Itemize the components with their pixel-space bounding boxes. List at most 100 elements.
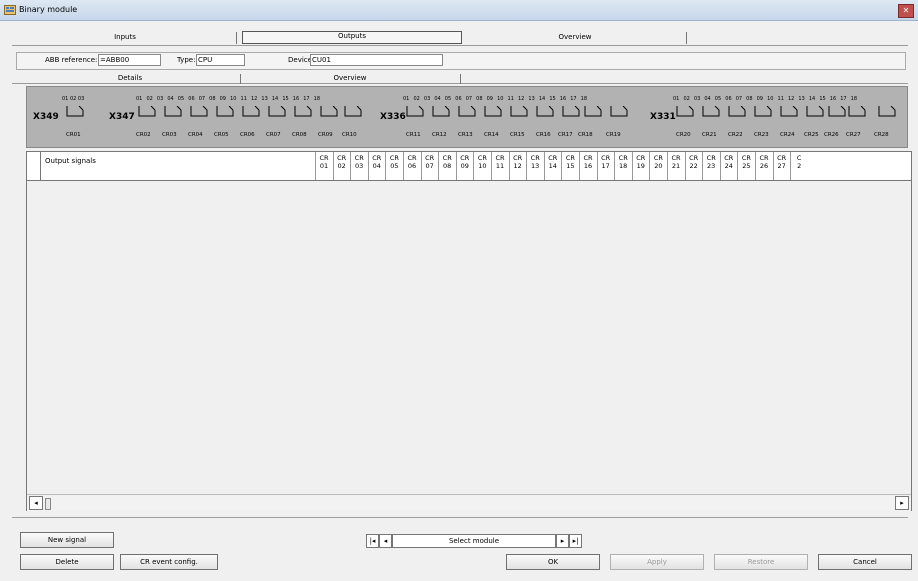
column-header-number: 01: [319, 162, 329, 170]
column-header[interactable]: CR 27: [772, 152, 790, 180]
column-header[interactable]: CR 12: [508, 152, 526, 180]
column-header[interactable]: CR 10: [473, 152, 490, 180]
grid-body[interactable]: [27, 181, 911, 494]
abb-reference-field[interactable]: =ABB00: [98, 54, 161, 66]
relay-contact-icon: [560, 105, 582, 118]
horizontal-scrollbar[interactable]: ◂ ▸: [27, 494, 911, 511]
restore-button[interactable]: Restore: [714, 554, 808, 570]
column-header-prefix: CR: [513, 154, 523, 162]
cr-event-config-button[interactable]: CR event config.: [120, 554, 218, 570]
relay-label: CR01: [66, 132, 81, 138]
tab-detail-overview[interactable]: Overview: [300, 74, 400, 82]
relay-label: CR16: [536, 132, 551, 138]
column-header[interactable]: CR 24: [719, 152, 737, 180]
column-header[interactable]: CR 15: [561, 152, 578, 180]
scroll-thumb[interactable]: [45, 498, 51, 510]
column-header-prefix: CR: [671, 154, 681, 162]
relay-label: CR18: [578, 132, 593, 138]
column-header[interactable]: CR 05: [385, 152, 402, 180]
tab-outputs[interactable]: Outputs: [242, 31, 462, 44]
column-header[interactable]: CR 09: [455, 152, 473, 180]
tab-separator: [686, 32, 687, 44]
relay-contact-icon: [240, 105, 262, 118]
column-header[interactable]: CR 21: [667, 152, 684, 180]
terminal-pins: 01 02 03: [62, 96, 85, 102]
column-header[interactable]: CR 04: [367, 152, 385, 180]
column-header[interactable]: CR 17: [596, 152, 614, 180]
column-header-number: 11: [495, 162, 505, 170]
column-header[interactable]: CR 20: [649, 152, 666, 180]
next-icon: ▸: [560, 537, 565, 545]
device-field[interactable]: CU01: [310, 54, 443, 66]
column-header-prefix: CR: [759, 154, 769, 162]
column-header-prefix: CR: [689, 154, 699, 162]
close-button[interactable]: ✕: [898, 4, 914, 18]
previous-module-button[interactable]: ◂: [379, 534, 392, 548]
relay-label: CR19: [606, 132, 621, 138]
relay-label: CR04: [188, 132, 203, 138]
relay-contact-icon: [430, 105, 452, 118]
cancel-button[interactable]: Cancel: [818, 554, 912, 570]
column-header[interactable]: CR 02: [332, 152, 350, 180]
relay-contact-icon: [876, 105, 898, 118]
column-header-number: 24: [724, 162, 733, 170]
column-header[interactable]: CR 14: [543, 152, 561, 180]
column-header-prefix: CR: [706, 154, 716, 162]
new-signal-button[interactable]: New signal: [20, 532, 114, 548]
abb-reference-label: ABB reference:: [45, 56, 98, 64]
delete-button[interactable]: Delete: [20, 554, 114, 570]
column-header-number: 18: [619, 162, 628, 170]
column-header-prefix: CR: [777, 154, 787, 162]
title-bar: Binary module ✕: [0, 0, 918, 21]
next-module-button[interactable]: ▸: [556, 534, 569, 548]
column-header[interactable]: CR 19: [631, 152, 649, 180]
column-header[interactable]: CR 13: [526, 152, 543, 180]
first-icon: |◂: [369, 537, 376, 545]
tab-details[interactable]: Details: [80, 74, 180, 82]
relay-contact-icon: [778, 105, 800, 118]
column-header[interactable]: CR 11: [491, 152, 508, 180]
column-header-prefix: CR: [477, 154, 487, 162]
apply-button[interactable]: Apply: [610, 554, 704, 570]
tab-inputs[interactable]: Inputs: [70, 33, 180, 41]
relay-contact-icon: [64, 105, 86, 118]
type-field[interactable]: CPU: [196, 54, 245, 66]
scroll-left-button[interactable]: ◂: [29, 496, 43, 510]
column-header[interactable]: CR 03: [350, 152, 367, 180]
column-header-number: 08: [443, 162, 452, 170]
relay-label: CR10: [342, 132, 357, 138]
column-header-prefix: CR: [407, 154, 417, 162]
column-header-number: 23: [707, 162, 716, 170]
relay-contact-icon: [162, 105, 184, 118]
column-header[interactable]: CR 23: [702, 152, 719, 180]
column-header[interactable]: C2: [790, 152, 807, 180]
terminal-pins: 01 02 03 04 05 06 07 08 09 10 11 12 13 1…: [136, 96, 321, 102]
column-header[interactable]: CR 25: [737, 152, 754, 180]
column-header[interactable]: CR 26: [755, 152, 772, 180]
relay-label: CR17: [558, 132, 573, 138]
column-header[interactable]: CR 07: [420, 152, 438, 180]
last-module-button[interactable]: ▸|: [569, 534, 582, 548]
column-header[interactable]: CR 16: [579, 152, 596, 180]
column-header[interactable]: CR 18: [614, 152, 631, 180]
row-header-corner[interactable]: [27, 152, 41, 180]
column-header-prefix: CR: [337, 154, 347, 162]
first-module-button[interactable]: |◂: [366, 534, 379, 548]
column-header[interactable]: CR 22: [684, 152, 702, 180]
column-header-number: 19: [636, 162, 645, 170]
tab-separator: [240, 74, 241, 84]
relay-label: CR06: [240, 132, 255, 138]
column-header[interactable]: CR 08: [438, 152, 455, 180]
relay-contact-icon: [674, 105, 696, 118]
arrow-left-icon: ◂: [34, 499, 38, 507]
column-header[interactable]: CR 06: [403, 152, 420, 180]
select-module-display[interactable]: Select module: [392, 534, 556, 548]
scroll-right-button[interactable]: ▸: [895, 496, 909, 510]
relay-contact-icon: [508, 105, 530, 118]
column-header[interactable]: CR 01: [315, 152, 332, 180]
output-signals-header[interactable]: Output signals: [45, 157, 96, 165]
column-header-prefix: CR: [530, 154, 540, 162]
tab-overview[interactable]: Overview: [520, 33, 630, 41]
tab-separator: [236, 32, 237, 44]
ok-button[interactable]: OK: [506, 554, 600, 570]
